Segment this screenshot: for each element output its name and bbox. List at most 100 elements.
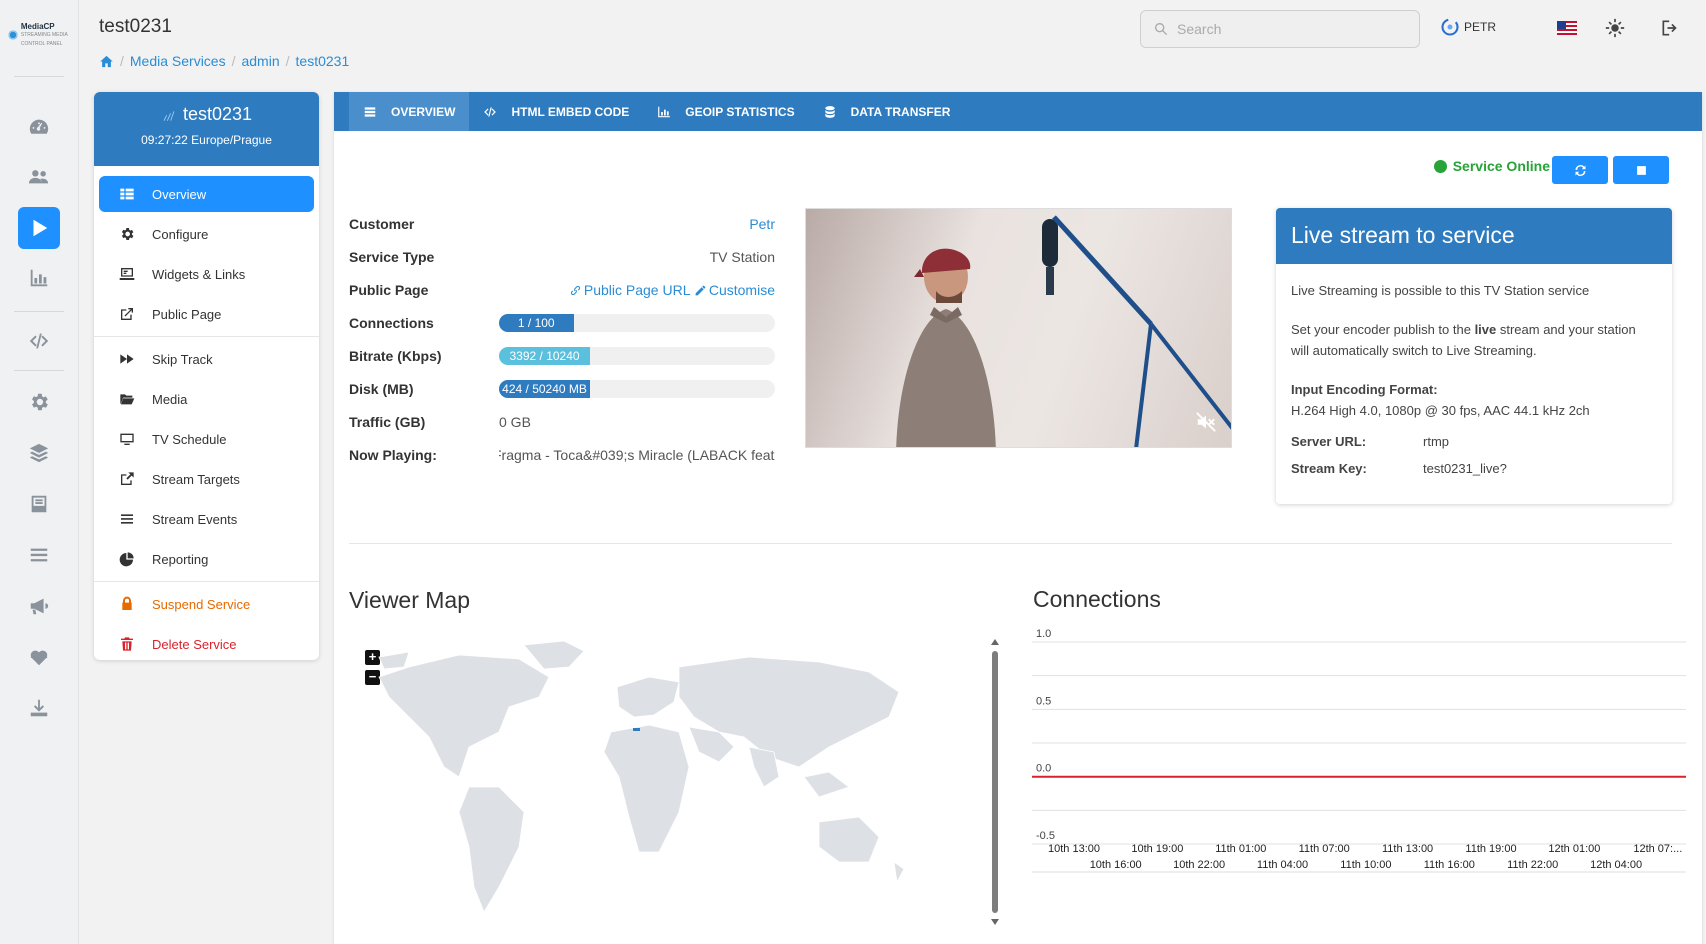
chart-x-tick-label: 11th 01:00 (1215, 843, 1266, 855)
menu-item-configure[interactable]: Configure (99, 216, 314, 252)
info-row-connections: Connections 1 / 100 (349, 306, 775, 339)
viewer-map-title: Viewer Map (349, 587, 471, 613)
menu-item-media[interactable]: Media (99, 381, 314, 417)
info-label: Bitrate (Kbps) (349, 347, 442, 364)
search-box[interactable] (1140, 10, 1420, 48)
map-scrollbar[interactable] (990, 637, 1000, 927)
menu-label: Stream Targets (152, 471, 240, 487)
service-type-value: TV Station (709, 248, 775, 265)
mute-icon[interactable] (1195, 411, 1217, 433)
code-icon (484, 106, 497, 117)
menu-item-suspend-service[interactable]: Suspend Service (99, 586, 314, 622)
service-status: Service Online (1433, 158, 1550, 174)
megaphone-icon[interactable] (18, 585, 60, 627)
search-icon (1155, 23, 1168, 36)
list-icon[interactable] (18, 534, 60, 576)
chart-bar-icon[interactable] (18, 257, 60, 299)
microphone-stand-icon (1042, 215, 1231, 447)
logout-button[interactable] (1657, 15, 1683, 41)
widget-icon (119, 268, 135, 280)
menu-label: Configure (152, 226, 209, 242)
menu-label: Suspend Service (152, 596, 251, 612)
dashboard-icon[interactable] (18, 106, 60, 148)
user-menu[interactable]: PETR (1440, 17, 1496, 37)
menu-item-stream-events[interactable]: Stream Events (99, 501, 314, 537)
video-player[interactable] (805, 208, 1232, 448)
tab-overview[interactable]: OVERVIEW (349, 92, 470, 131)
layers-icon[interactable] (18, 432, 60, 474)
menu-item-public-page[interactable]: Public Page (99, 296, 314, 332)
info-row-customer: Customer Petr (349, 207, 775, 240)
service-info-table: Customer Petr Service Type TV Station Publ… (349, 207, 775, 471)
rail-divider (14, 311, 64, 312)
code-icon[interactable] (18, 320, 60, 362)
users-icon[interactable] (18, 156, 60, 198)
language-flag-button[interactable] (1554, 15, 1580, 41)
tab-geoip-statistics[interactable]: GEOIP STATISTICS (643, 92, 808, 131)
menu-item-widgets-links[interactable]: Widgets & Links (99, 256, 314, 292)
us-flag-icon (1557, 21, 1577, 35)
main-panel: OVERVIEW HTML EMBED CODE GEOIP STATISTIC… (334, 92, 1702, 944)
pie-chart-icon (119, 552, 134, 567)
customer-link[interactable]: Petr (749, 216, 775, 232)
chart-x-tick-label: 10th 16:00 (1090, 859, 1142, 871)
page-title: test0231 (99, 16, 172, 37)
menu-item-overview[interactable]: Overview (99, 176, 314, 212)
tab-label: DATA TRANSFER (850, 104, 951, 119)
gear-icon (121, 228, 134, 240)
download-icon[interactable] (18, 687, 60, 729)
service-header: test0231 09:27:22 Europe/Prague (94, 92, 319, 166)
status-text: Service Online (1452, 158, 1550, 174)
icon-rail: MediaCP STREAMING MEDIA CONTROL PANEL (0, 0, 79, 944)
service-menu-card: test0231 09:27:22 Europe/Prague Overview… (94, 92, 319, 660)
chart-x-tick-label: 11th 19:00 (1465, 843, 1516, 855)
disk-fill: 424 / 50240 MB (499, 379, 591, 398)
info-row-service-type: Service Type TV Station (349, 240, 775, 273)
public-page-url-link[interactable]: Public Page URL (569, 282, 690, 298)
chart-x-tick-label: 12th 07:... (1633, 843, 1682, 855)
breadcrumb-admin[interactable]: admin (241, 53, 279, 69)
stream-key-value[interactable]: test0231_live? (1423, 458, 1507, 479)
home-icon[interactable] (99, 54, 114, 69)
chart-x-tick-label: 11th 22:00 (1507, 859, 1558, 871)
connections-fill: 1 / 100 (499, 313, 574, 332)
tab-data-transfer[interactable]: DATA TRANSFER (809, 92, 965, 131)
share-icon (121, 472, 134, 485)
tab-html-embed-code[interactable]: HTML EMBED CODE (469, 92, 643, 131)
inbox-icon[interactable] (18, 483, 60, 525)
stop-button[interactable] (1613, 156, 1669, 184)
search-input[interactable] (1177, 21, 1397, 37)
heartbeat-icon[interactable] (18, 636, 60, 678)
world-map[interactable] (349, 637, 931, 927)
info-row-public-page: Public Page Public Page URL Customise (349, 273, 775, 306)
server-url-value[interactable]: rtmp (1423, 431, 1449, 452)
status-dot-icon (1433, 159, 1447, 173)
breadcrumb-service[interactable]: test0231 (296, 53, 350, 69)
monitor-icon (120, 433, 134, 445)
gear-icon[interactable] (18, 381, 60, 423)
menu-item-skip-track[interactable]: Skip Track (99, 341, 314, 377)
link-text: Customise (708, 281, 775, 298)
connections-chart-title: Connections (1033, 586, 1161, 612)
customise-link[interactable]: Customise (694, 282, 775, 298)
bitrate-fill: 3392 / 10240 (499, 346, 591, 365)
menu-item-reporting[interactable]: Reporting (99, 541, 314, 577)
disk-progress: 424 / 50240 MB (499, 379, 775, 398)
menu-label: Widgets & Links (152, 266, 246, 282)
restart-button[interactable] (1552, 156, 1608, 184)
link-text: Public Page URL (583, 281, 690, 298)
chart-bar-icon (658, 106, 671, 117)
info-label: Now Playing: (349, 446, 437, 463)
menu-item-tv-schedule[interactable]: TV Schedule (99, 421, 314, 457)
chart-x-tick-label: 12th 04:00 (1590, 859, 1642, 871)
breadcrumb-media-services[interactable]: Media Services (130, 53, 226, 69)
sign-out-icon (1662, 20, 1677, 36)
menu-label: Skip Track (152, 351, 213, 367)
tab-label: OVERVIEW (391, 104, 456, 119)
menu-label: Media (152, 391, 188, 407)
menu-item-delete-service[interactable]: Delete Service (99, 626, 314, 660)
mediacp-logo[interactable]: MediaCP STREAMING MEDIA CONTROL PANEL (8, 22, 70, 48)
play-icon[interactable] (18, 207, 60, 249)
theme-toggle-button[interactable] (1602, 15, 1628, 41)
menu-item-stream-targets[interactable]: Stream Targets (99, 461, 314, 497)
